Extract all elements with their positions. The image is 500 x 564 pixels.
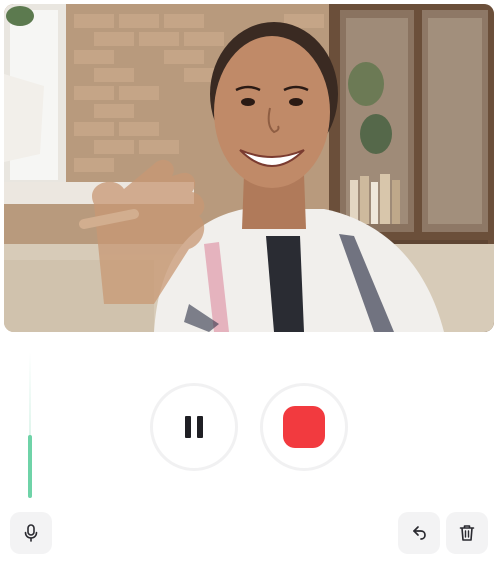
- pause-icon: [183, 416, 205, 438]
- microphone-button[interactable]: [10, 512, 52, 554]
- undo-icon: [413, 526, 426, 540]
- delete-button[interactable]: [446, 512, 488, 554]
- microphone-icon: [24, 524, 38, 542]
- audio-level-fill: [28, 435, 32, 498]
- record-stop-button[interactable]: [260, 383, 348, 471]
- audio-level-meter: [28, 352, 32, 498]
- webcam-video-frame: [4, 4, 494, 332]
- record-stop-icon: [283, 406, 325, 448]
- video-preview: [4, 4, 494, 332]
- pause-button[interactable]: [150, 383, 238, 471]
- trash-icon: [459, 525, 475, 541]
- undo-button[interactable]: [398, 512, 440, 554]
